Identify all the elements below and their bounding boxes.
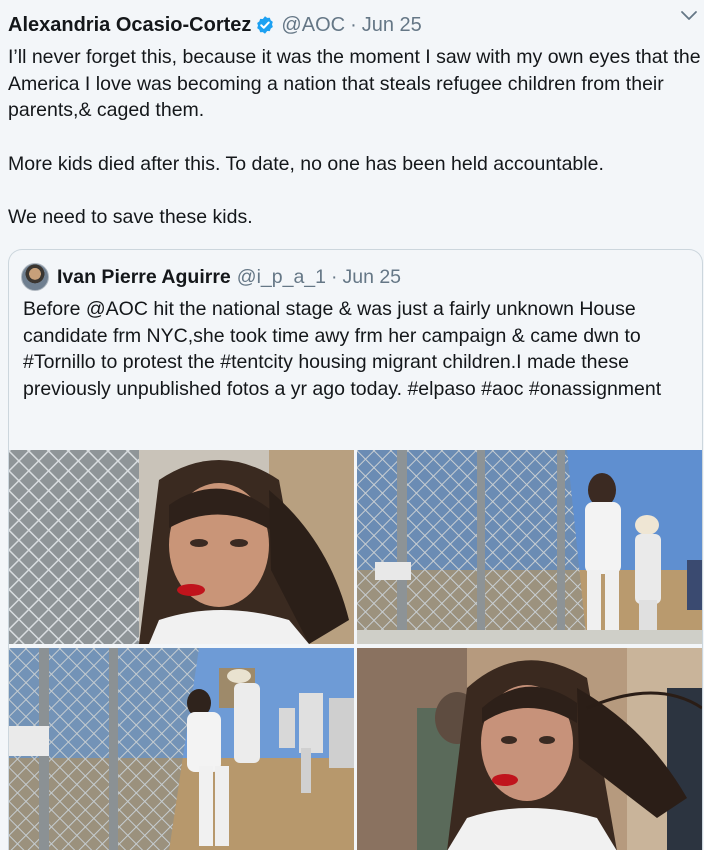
meta-separator: · bbox=[350, 13, 357, 36]
tweet-paragraph: More kids died after this. To date, no o… bbox=[8, 152, 604, 175]
quoted-tweet-text: Before @AOC hit the national stage & was… bbox=[23, 298, 662, 400]
tweet-photo[interactable] bbox=[9, 648, 354, 850]
tweet-photo[interactable] bbox=[9, 450, 354, 644]
meta-separator: · bbox=[330, 265, 338, 288]
avatar[interactable] bbox=[21, 263, 49, 291]
tweet: Alexandria Ocasio-Cortez @AOC · Jun 25 I… bbox=[0, 0, 704, 850]
author-name[interactable]: Alexandria Ocasio-Cortez bbox=[8, 14, 251, 37]
quoted-tweet-date[interactable]: Jun 25 bbox=[342, 266, 401, 289]
chevron-down-icon[interactable] bbox=[678, 4, 700, 26]
tweet-header: Alexandria Ocasio-Cortez @AOC · Jun 25 bbox=[8, 10, 696, 40]
tweet-photo[interactable] bbox=[357, 450, 702, 644]
tweet-paragraph: We need to save these kids. bbox=[8, 206, 253, 228]
photo-grid bbox=[9, 450, 702, 850]
tweet-paragraph: I’ll never forget this, because it was t… bbox=[8, 46, 701, 121]
verified-badge-icon bbox=[255, 15, 275, 35]
tweet-text: I’ll never forget this, because it was t… bbox=[8, 44, 702, 231]
quoted-author-handle[interactable]: @i_p_a_1 bbox=[237, 266, 326, 289]
tweet-photo[interactable] bbox=[357, 648, 702, 850]
quoted-author-name[interactable]: Ivan Pierre Aguirre bbox=[57, 266, 231, 289]
quoted-tweet-card[interactable]: Ivan Pierre Aguirre @i_p_a_1 · Jun 25 Be… bbox=[8, 249, 703, 850]
tweet-date[interactable]: Jun 25 bbox=[362, 14, 422, 37]
author-handle[interactable]: @AOC bbox=[281, 14, 345, 37]
quoted-tweet-header: Ivan Pierre Aguirre @i_p_a_1 · Jun 25 bbox=[21, 262, 401, 292]
